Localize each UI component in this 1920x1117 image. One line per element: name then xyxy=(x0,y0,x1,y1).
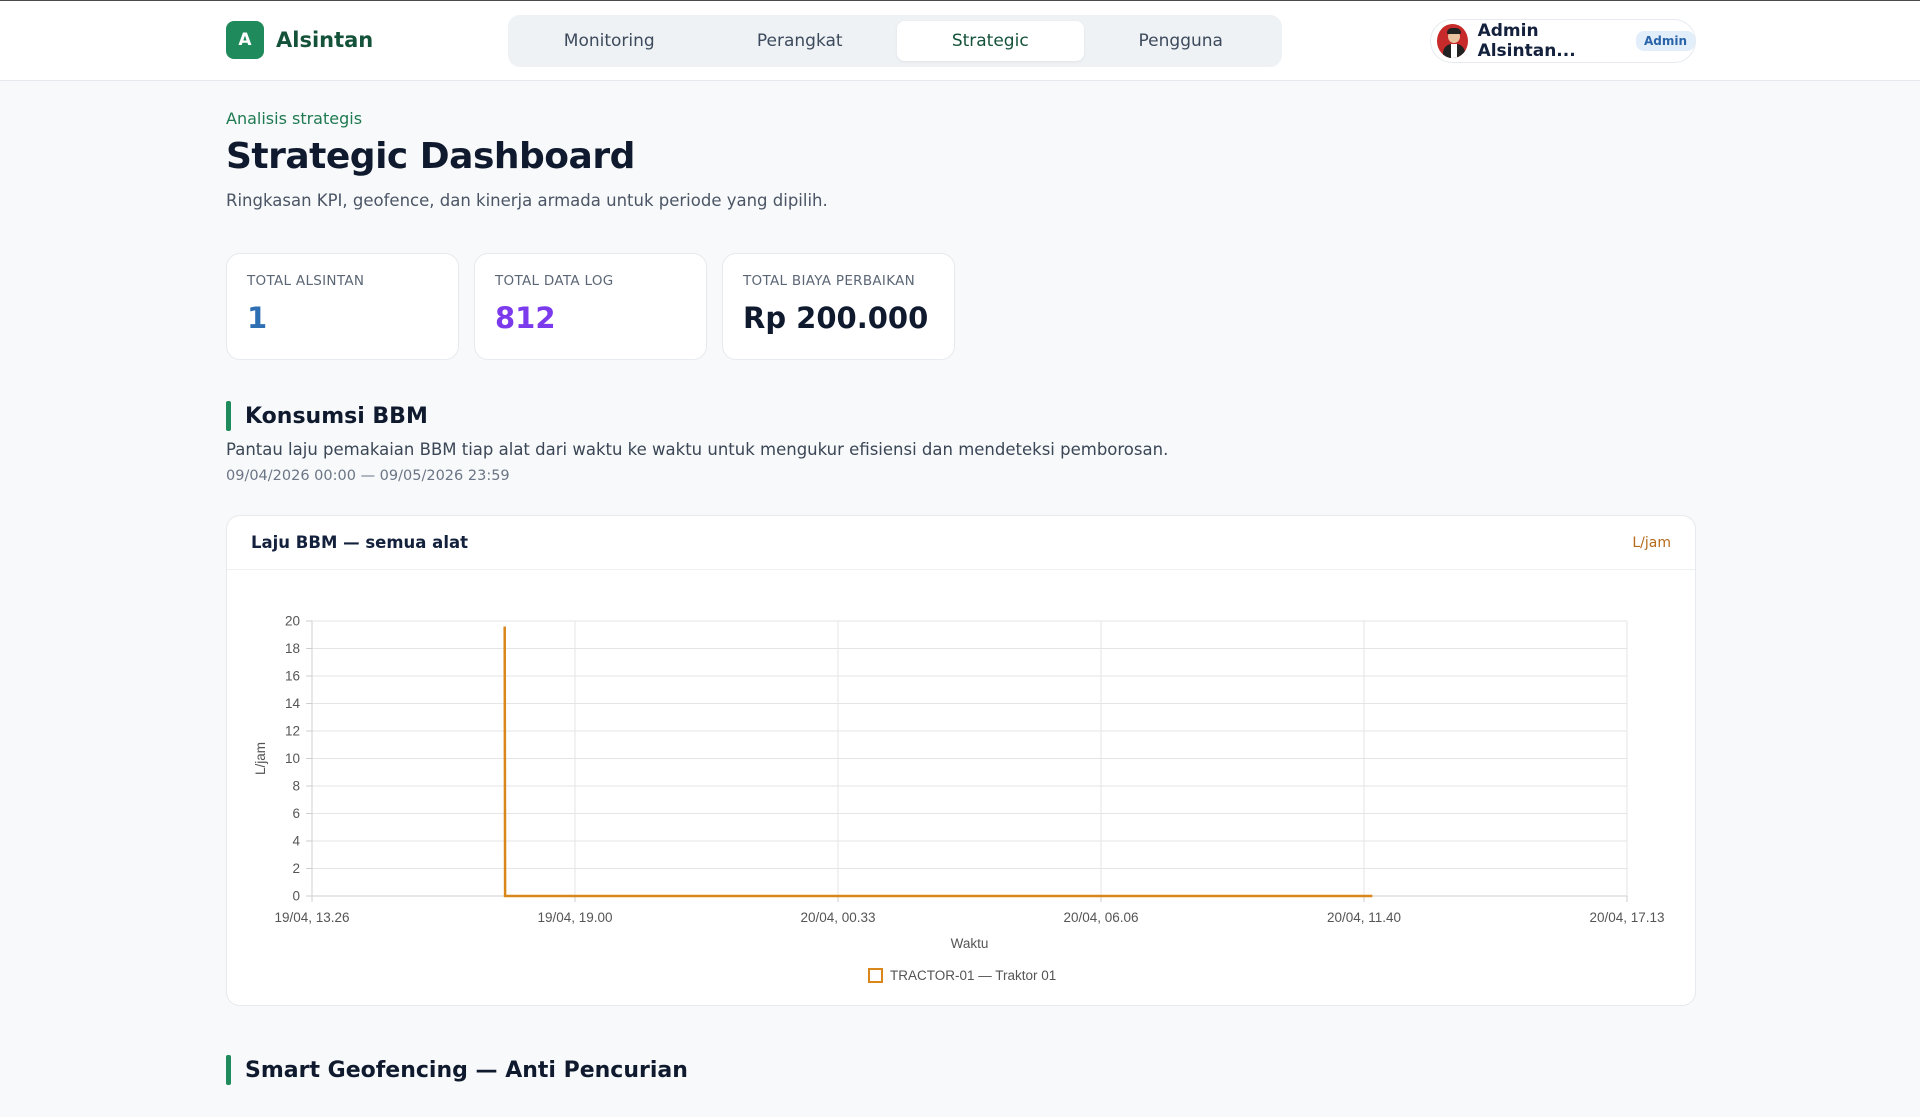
user-menu[interactable]: Admin Alsintan... Admin xyxy=(1430,19,1696,63)
user-name: Admin Alsintan... xyxy=(1477,21,1576,61)
fuel-rate-chart: 0 2 4 6 8 10 12 14 16 18 20 19/04, 13.26 19/04, 19.0… xyxy=(253,614,1665,983)
kpi-card-total-biaya-perbaikan: TOTAL BIAYA PERBAIKAN Rp 200.000 xyxy=(722,253,955,360)
section-heading-konsumsi-bbm: Konsumsi BBM xyxy=(226,401,428,431)
y-tick-label: 8 xyxy=(292,779,300,794)
fuel-rate-chart-card: Laju BBM — semua alat L/jam 0 2 4 6 8 10 12 14 1… xyxy=(226,515,1696,1006)
y-tick-label: 16 xyxy=(285,669,300,684)
y-tick-label: 4 xyxy=(292,834,300,849)
brand[interactable]: A Alsintan xyxy=(226,21,373,59)
legend-swatch xyxy=(868,968,883,983)
kpi-value: 1 xyxy=(247,301,268,335)
y-tick-label: 0 xyxy=(292,889,300,904)
y-tick-label: 20 xyxy=(285,614,300,629)
x-tick-label: 20/04, 17.13 xyxy=(1589,910,1664,925)
page-eyebrow: Analisis strategis xyxy=(226,109,363,128)
kpi-label: TOTAL DATA LOG xyxy=(495,273,614,289)
role-badge: Admin xyxy=(1635,31,1695,51)
tab-perangkat[interactable]: Perangkat xyxy=(707,21,894,61)
y-tick-label: 2 xyxy=(292,861,300,876)
page-title: Strategic Dashboard xyxy=(226,136,635,177)
x-axis-title: Waktu xyxy=(951,936,989,951)
series-line xyxy=(503,626,1373,898)
y-tick-label: 18 xyxy=(285,641,300,656)
kpi-value: 812 xyxy=(495,301,556,335)
section-title: Konsumsi BBM xyxy=(245,403,428,429)
brand-logo: A xyxy=(226,21,264,59)
section-accent-bar xyxy=(226,1055,231,1085)
x-tick-label: 19/04, 19.00 xyxy=(537,910,612,925)
section-title: Smart Geofencing — Anti Pencurian xyxy=(245,1057,688,1083)
brand-name: Alsintan xyxy=(276,28,374,52)
top-navbar: A Alsintan Monitoring Perangkat Strategi… xyxy=(0,0,1920,81)
y-tick-label: 14 xyxy=(285,696,301,711)
y-tick-label: 12 xyxy=(285,724,300,739)
kpi-card-total-alsintan: TOTAL ALSINTAN 1 xyxy=(226,253,459,360)
legend-label: TRACTOR-01 — Traktor 01 xyxy=(890,968,1056,983)
chart-card-title: Laju BBM — semua alat xyxy=(251,533,468,552)
chart-card-header: Laju BBM — semua alat L/jam xyxy=(227,516,1695,570)
x-tick-label: 20/04, 06.06 xyxy=(1063,910,1138,925)
y-tick-label: 10 xyxy=(285,751,300,766)
y-axis-title: L/jam xyxy=(253,742,268,775)
x-tick-label: 20/04, 11.40 xyxy=(1327,910,1401,925)
date-range: 09/04/2026 00:00 — 09/05/2026 23:59 xyxy=(226,468,510,484)
x-tick-label: 20/04, 00.33 xyxy=(800,910,875,925)
section-heading-geofencing: Smart Geofencing — Anti Pencurian xyxy=(226,1055,688,1085)
page-subtitle: Ringkasan KPI, geofence, dan kinerja arm… xyxy=(226,191,828,210)
section-description: Pantau laju pemakaian BBM tiap alat dari… xyxy=(226,440,1169,459)
chart-card-unit: L/jam xyxy=(1632,534,1671,551)
section-accent-bar xyxy=(226,401,231,431)
kpi-value: Rp 200.000 xyxy=(743,301,929,335)
avatar xyxy=(1437,24,1468,58)
y-tick-label: 6 xyxy=(292,806,300,821)
kpi-label: TOTAL BIAYA PERBAIKAN xyxy=(743,273,916,289)
nav-tabs: Monitoring Perangkat Strategic Pengguna xyxy=(508,15,1282,67)
tab-monitoring[interactable]: Monitoring xyxy=(516,21,703,61)
kpi-card-total-data-log: TOTAL DATA LOG 812 xyxy=(474,253,707,360)
kpi-label: TOTAL ALSINTAN xyxy=(247,273,365,289)
x-tick-label: 19/04, 13.26 xyxy=(274,910,349,925)
tab-strategic[interactable]: Strategic xyxy=(897,21,1084,61)
tab-pengguna[interactable]: Pengguna xyxy=(1088,21,1275,61)
